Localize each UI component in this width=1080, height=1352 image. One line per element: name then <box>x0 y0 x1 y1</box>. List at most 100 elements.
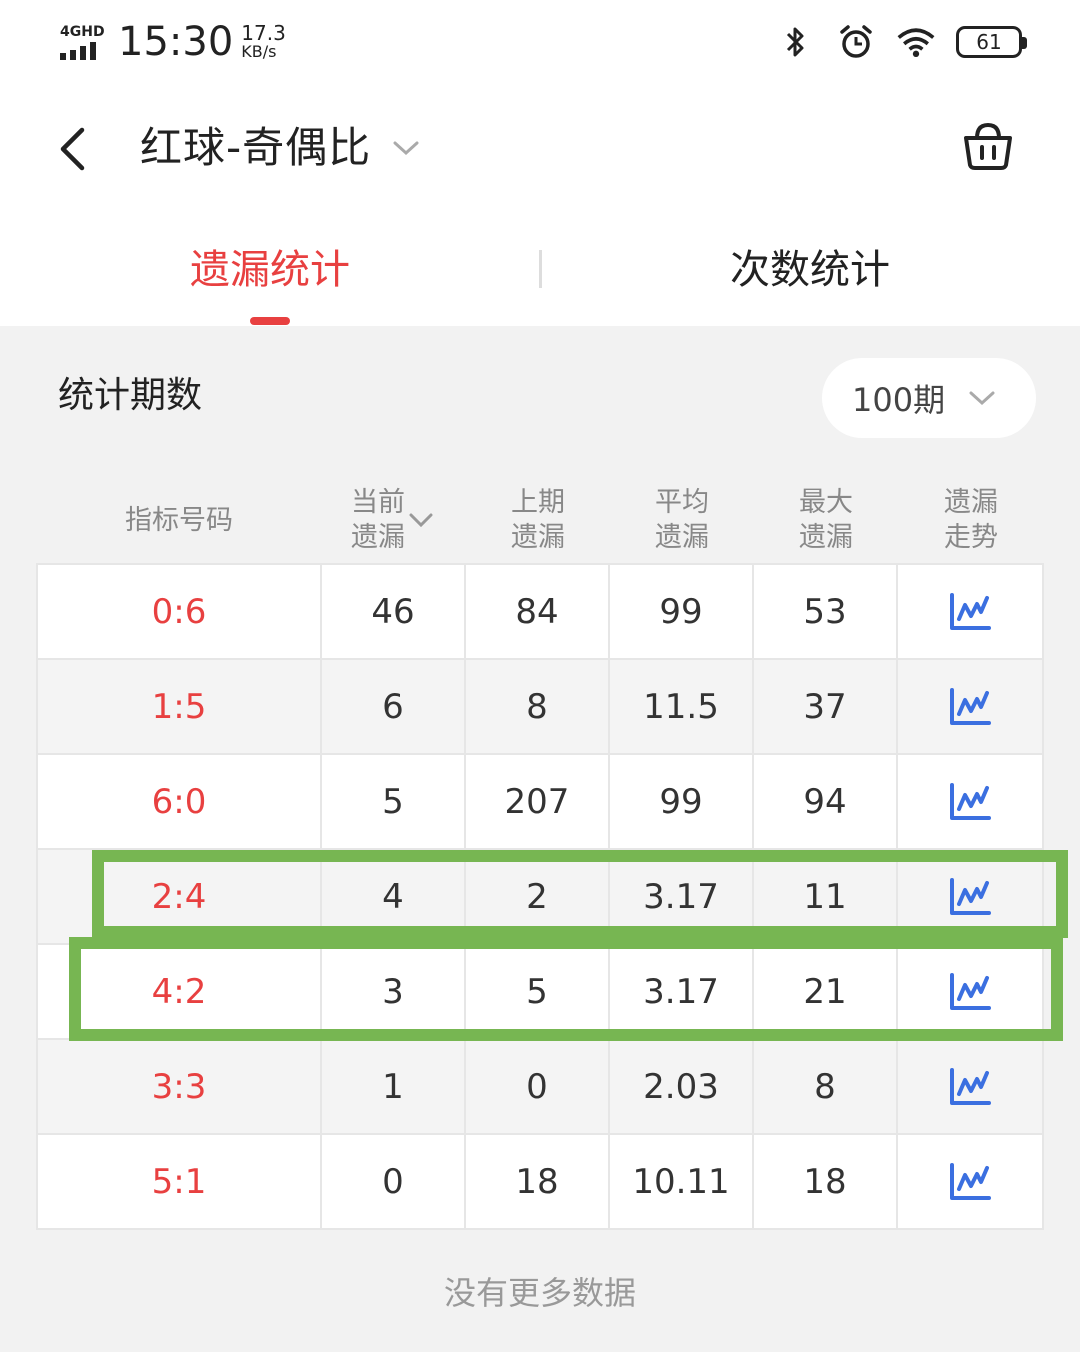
basket-icon <box>964 122 1012 170</box>
tab-bar: 遗漏统计 次数统计 <box>0 208 1080 326</box>
cell-code: 0:6 <box>36 565 322 658</box>
cell-avg-miss: 2.03 <box>610 1040 754 1133</box>
alarm-icon <box>836 22 876 62</box>
status-right: 61 <box>776 22 1027 62</box>
cell-current-miss: 0 <box>322 1135 466 1228</box>
page-title: 红球-奇偶比 <box>140 123 372 172</box>
line-chart-icon[interactable] <box>948 877 992 917</box>
col-header-current-miss-text: 当前 遗漏 <box>351 485 405 555</box>
battery-level: 61 <box>976 30 1002 54</box>
table-row: 6:0 5 207 99 94 <box>36 755 1044 850</box>
col-header-trend-text: 遗漏 走势 <box>944 485 998 555</box>
col-header-code-label: 指标号码 <box>125 504 233 536</box>
cell-trend[interactable] <box>898 945 1044 1038</box>
col-header-last-miss: 上期 遗漏 <box>466 480 610 560</box>
back-button[interactable] <box>40 114 104 184</box>
cell-code: 4:2 <box>36 945 322 1038</box>
col-header-line1: 平均 <box>655 487 709 518</box>
top-bar: 红球-奇偶比 <box>0 88 1080 208</box>
cell-code: 1:5 <box>36 660 322 753</box>
title-dropdown[interactable]: 红球-奇偶比 <box>140 118 425 178</box>
network-speed: 17.3 KB/s <box>241 23 286 61</box>
line-chart-icon[interactable] <box>948 972 992 1012</box>
col-header-current-miss[interactable]: 当前 遗漏 <box>322 480 466 560</box>
chevron-down-icon <box>969 384 997 412</box>
col-header-line1: 最大 <box>799 487 853 518</box>
cell-current-miss: 4 <box>322 850 466 943</box>
table-row: 0:6 46 84 99 53 <box>36 565 1044 660</box>
col-header-line2: 遗漏 <box>351 522 405 553</box>
basket-button[interactable] <box>958 116 1018 176</box>
col-header-line1: 当前 <box>351 487 405 518</box>
table-row: 1:5 6 8 11.5 37 <box>36 660 1044 755</box>
tab-count-statistics[interactable]: 次数统计 <box>540 238 1080 302</box>
cell-trend[interactable] <box>898 660 1044 753</box>
col-header-max-miss: 最大 遗漏 <box>754 480 898 560</box>
col-header-last-miss-text: 上期 遗漏 <box>511 485 565 555</box>
cell-last-miss: 0 <box>466 1040 610 1133</box>
line-chart-icon[interactable] <box>948 1067 992 1107</box>
cell-avg-miss: 99 <box>610 755 754 848</box>
signal-icon <box>60 42 96 60</box>
col-header-avg-miss: 平均 遗漏 <box>610 480 754 560</box>
chevron-left-icon <box>60 127 85 171</box>
table-row: 5:1 0 18 10.11 18 <box>36 1135 1044 1230</box>
line-chart-icon[interactable] <box>948 687 992 727</box>
col-header-line1: 遗漏 <box>944 487 998 518</box>
col-header-avg-miss-text: 平均 遗漏 <box>655 485 709 555</box>
cell-code: 3:3 <box>36 1040 322 1133</box>
active-tab-indicator <box>250 317 290 325</box>
cell-code: 5:1 <box>36 1135 322 1228</box>
bluetooth-icon <box>776 22 816 62</box>
cell-max-miss: 37 <box>754 660 898 753</box>
cell-last-miss: 8 <box>466 660 610 753</box>
period-row: 统计期数 100期 <box>0 326 1080 466</box>
col-header-line2: 遗漏 <box>799 522 853 553</box>
col-header-line2: 遗漏 <box>655 522 709 553</box>
cell-last-miss: 5 <box>466 945 610 1038</box>
period-select[interactable]: 100期 <box>822 358 1036 438</box>
tab-miss-statistics[interactable]: 遗漏统计 <box>0 238 540 302</box>
miss-statistics-table: 0:6 46 84 99 53 1:5 6 8 11.5 37 6:0 5 20… <box>36 563 1044 1230</box>
cell-avg-miss: 3.17 <box>610 850 754 943</box>
cell-trend[interactable] <box>898 1040 1044 1133</box>
cell-current-miss: 5 <box>322 755 466 848</box>
cell-max-miss: 53 <box>754 565 898 658</box>
cell-current-miss: 1 <box>322 1040 466 1133</box>
battery-icon: 61 <box>956 26 1027 58</box>
cell-trend[interactable] <box>898 1135 1044 1228</box>
cell-code: 2:4 <box>36 850 322 943</box>
cell-avg-miss: 11.5 <box>610 660 754 753</box>
col-header-line1: 上期 <box>511 487 565 518</box>
table-row: 2:4 4 2 3.17 11 <box>36 850 1044 945</box>
cell-max-miss: 21 <box>754 945 898 1038</box>
col-header-max-miss-text: 最大 遗漏 <box>799 485 853 555</box>
wifi-icon <box>896 22 936 62</box>
network-speed-value: 17.3 <box>241 21 286 45</box>
cell-current-miss: 46 <box>322 565 466 658</box>
cell-max-miss: 11 <box>754 850 898 943</box>
network-indicator: 4GHD <box>60 24 108 60</box>
status-left: 4GHD 15:30 17.3 KB/s <box>60 18 286 66</box>
cell-last-miss: 84 <box>466 565 610 658</box>
cell-last-miss: 18 <box>466 1135 610 1228</box>
col-header-trend: 遗漏 走势 <box>898 480 1044 560</box>
cell-avg-miss: 3.17 <box>610 945 754 1038</box>
sort-chevron-down-icon <box>409 506 437 534</box>
col-header-line2: 走势 <box>944 522 998 553</box>
cell-trend[interactable] <box>898 850 1044 943</box>
line-chart-icon[interactable] <box>948 592 992 632</box>
cell-max-miss: 8 <box>754 1040 898 1133</box>
cell-trend[interactable] <box>898 755 1044 848</box>
cell-code: 6:0 <box>36 755 322 848</box>
table-row: 3:3 1 0 2.03 8 <box>36 1040 1044 1135</box>
col-header-line2: 遗漏 <box>511 522 565 553</box>
cell-avg-miss: 99 <box>610 565 754 658</box>
status-bar: 4GHD 15:30 17.3 KB/s 61 <box>0 0 1080 88</box>
no-more-data-text: 没有更多数据 <box>443 1274 636 1312</box>
line-chart-icon[interactable] <box>948 1162 992 1202</box>
line-chart-icon[interactable] <box>948 782 992 822</box>
network-label: 4GHD <box>60 24 105 40</box>
cell-trend[interactable] <box>898 565 1044 658</box>
chevron-down-icon <box>393 132 425 164</box>
